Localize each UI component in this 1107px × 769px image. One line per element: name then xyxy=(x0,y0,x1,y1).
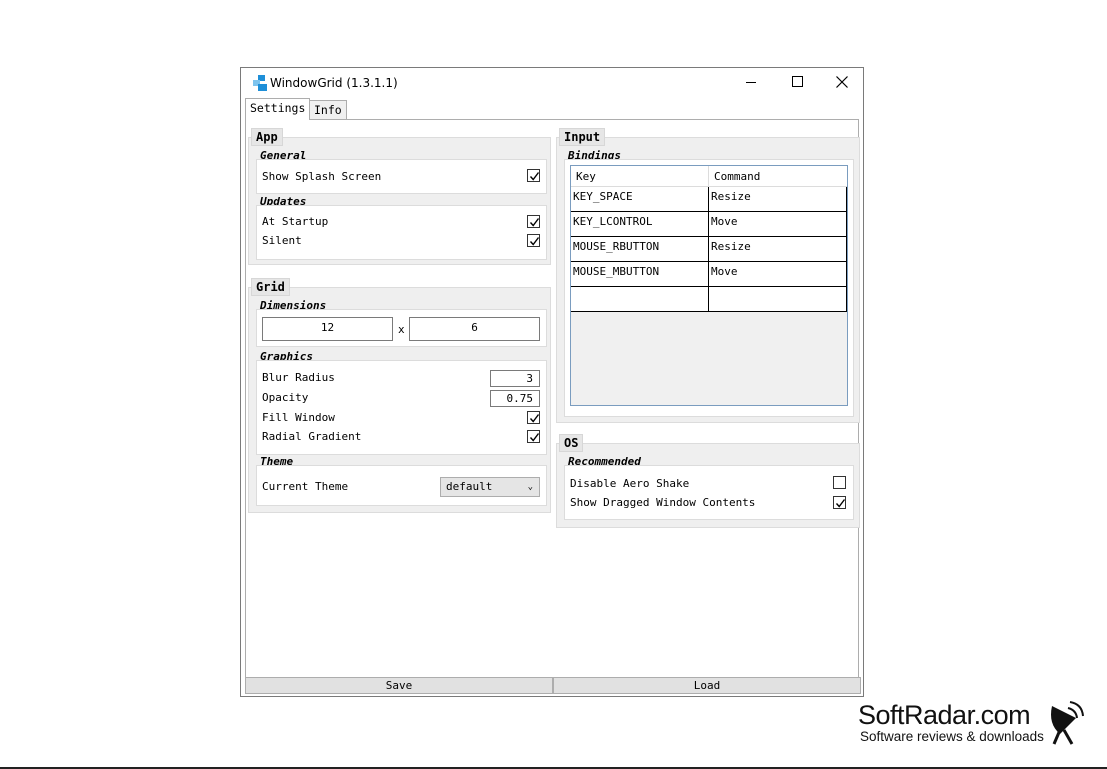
grid-height-input[interactable]: 6 xyxy=(409,317,540,341)
key-cell[interactable]: MOUSE_RBUTTON xyxy=(571,237,709,262)
at-startup-checkbox[interactable] xyxy=(527,215,540,228)
radial-gradient-label: Radial Gradient xyxy=(262,430,362,443)
input-group: Input Bindings Key Command KEY_SPACE Res… xyxy=(556,128,860,423)
app-window: WindowGrid (1.3.1.1) Settings Info App G… xyxy=(240,67,864,697)
opacity-input[interactable]: 0.75 xyxy=(490,390,540,407)
command-cell[interactable]: Move xyxy=(709,212,847,237)
input-group-title: Input xyxy=(559,128,606,146)
minimize-icon xyxy=(746,77,756,90)
tab-info[interactable]: Info xyxy=(309,100,347,120)
load-button[interactable]: Load xyxy=(553,677,861,694)
chevron-down-icon: ⌄ xyxy=(527,482,533,492)
dimension-separator: x xyxy=(398,323,405,336)
key-cell[interactable] xyxy=(571,287,709,312)
theme-box: Current Theme default ⌄ xyxy=(256,465,547,506)
bindings-box: Key Command KEY_SPACE Resize KEY_LCONTRO… xyxy=(564,159,854,417)
window-title: WindowGrid (1.3.1.1) xyxy=(270,76,398,90)
silent-label: Silent xyxy=(262,234,302,247)
save-button[interactable]: Save xyxy=(245,677,553,694)
minimize-button[interactable] xyxy=(728,68,774,98)
bindings-table-header: Key Command xyxy=(571,166,847,187)
disable-aero-shake-checkbox[interactable] xyxy=(833,476,846,489)
bindings-table[interactable]: Key Command KEY_SPACE Resize KEY_LCONTRO… xyxy=(570,165,848,406)
close-button[interactable] xyxy=(819,68,865,98)
silent-checkbox[interactable] xyxy=(527,234,540,247)
grid-group: Grid Dimensions 12 x 6 Graphics Blur Rad… xyxy=(248,278,551,513)
watermark-tagline: Software reviews & downloads xyxy=(860,729,1044,744)
app-group-title: App xyxy=(251,128,283,146)
settings-panel: App General Show Splash Screen Updates A… xyxy=(245,119,860,691)
show-dragged-checkbox[interactable] xyxy=(833,496,846,509)
key-cell[interactable]: MOUSE_MBUTTON xyxy=(571,262,709,287)
maximize-button[interactable] xyxy=(774,68,820,98)
fill-window-label: Fill Window xyxy=(262,411,335,424)
maximize-icon xyxy=(791,76,803,90)
app-group: App General Show Splash Screen Updates A… xyxy=(248,128,551,265)
show-dragged-label: Show Dragged Window Contents xyxy=(570,496,756,509)
key-column-header[interactable]: Key xyxy=(571,166,709,187)
blur-radius-label: Blur Radius xyxy=(262,371,335,384)
opacity-label: Opacity xyxy=(262,391,309,404)
theme-select-value: default xyxy=(446,480,493,493)
grid-group-title: Grid xyxy=(251,278,290,296)
windowgrid-app-icon xyxy=(252,75,268,91)
close-icon xyxy=(836,75,848,91)
key-cell[interactable]: KEY_LCONTROL xyxy=(571,212,709,237)
title-bar[interactable]: WindowGrid (1.3.1.1) xyxy=(241,68,863,98)
command-cell[interactable]: Resize xyxy=(709,187,847,212)
watermark-name: SoftRadar.com xyxy=(858,700,1031,730)
graphics-box: Blur Radius 3 Opacity 0.75 Fill Window R… xyxy=(256,360,547,455)
fill-window-checkbox[interactable] xyxy=(527,411,540,424)
command-cell[interactable]: Move xyxy=(709,262,847,287)
recommended-box: Disable Aero Shake Show Dragged Window C… xyxy=(564,465,854,520)
dimensions-box: 12 x 6 xyxy=(256,309,547,347)
blur-radius-input[interactable]: 3 xyxy=(490,370,540,387)
radial-gradient-checkbox[interactable] xyxy=(527,430,540,443)
key-cell[interactable]: KEY_SPACE xyxy=(571,187,709,212)
show-splash-label: Show Splash Screen xyxy=(262,170,382,183)
os-group: OS Recommended Disable Aero Shake Show D… xyxy=(556,434,860,528)
command-cell[interactable] xyxy=(709,287,847,312)
satellite-dish-icon xyxy=(1046,700,1086,749)
general-box: Show Splash Screen xyxy=(256,159,547,194)
disable-aero-shake-label: Disable Aero Shake xyxy=(570,477,690,490)
current-theme-label: Current Theme xyxy=(262,480,349,493)
os-group-title: OS xyxy=(559,434,584,452)
updates-box: At Startup Silent xyxy=(256,205,547,260)
command-cell[interactable]: Resize xyxy=(709,237,847,262)
command-column-header[interactable]: Command xyxy=(709,166,847,187)
theme-select[interactable]: default ⌄ xyxy=(440,477,540,497)
show-splash-checkbox[interactable] xyxy=(527,169,540,182)
grid-width-input[interactable]: 12 xyxy=(262,317,393,341)
tab-settings[interactable]: Settings xyxy=(245,98,311,120)
at-startup-label: At Startup xyxy=(262,215,329,228)
